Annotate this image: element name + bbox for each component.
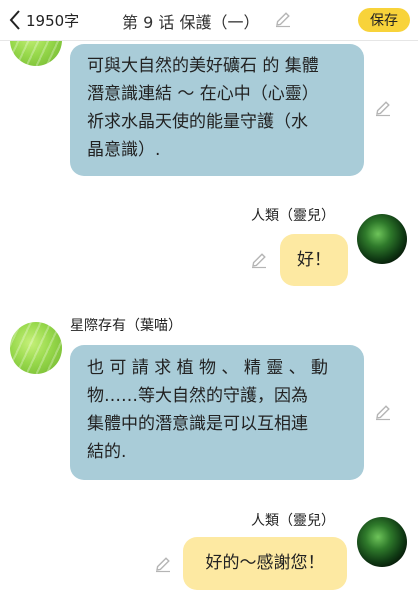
sender-name: 人類（靈兒） [251, 513, 335, 529]
message-line: 潛意識連結 ～ 在心中（心靈） [87, 84, 319, 104]
leaf-avatar[interactable] [10, 322, 62, 374]
pencil-icon[interactable] [374, 403, 392, 421]
message-line: 可與大自然的美好礦石 的 集體 [87, 56, 319, 76]
message-bubble[interactable]: 可與大自然的美好礦石 的 集體 潛意識連結 ～ 在心中（心靈） 祈求水晶天使的能… [70, 44, 364, 176]
word-count: 1950字 [26, 11, 80, 30]
message-line: 晶意識）. [87, 140, 161, 160]
message-bubble[interactable]: 好的～感謝您！ [183, 537, 347, 590]
message-line: 祈求水晶天使的能量守護（水 [87, 112, 308, 132]
pencil-icon[interactable] [274, 10, 292, 28]
pencil-icon[interactable] [250, 251, 268, 269]
save-button[interactable]: 保存 [358, 8, 410, 32]
chevron-left-icon [9, 10, 20, 30]
pencil-icon[interactable] [154, 555, 172, 573]
message-line: 集體中的潛意識是可以互相連 [87, 414, 308, 434]
message-line: 也 可 請 求 植 物 、 精 靈 、 動 [87, 358, 329, 378]
orb-avatar[interactable] [357, 517, 407, 567]
message-bubble[interactable]: 好！ [280, 234, 348, 286]
top-bar: 1950字 第 9 话 保護（一） 保存 [0, 0, 418, 41]
sender-name: 星際存有（葉喵） [70, 318, 182, 334]
orb-avatar[interactable] [357, 214, 407, 264]
message-line: 結的. [87, 442, 127, 462]
back-button[interactable]: 1950字 [8, 8, 79, 32]
pencil-icon[interactable] [374, 99, 392, 117]
sender-name: 人類（靈兒） [251, 208, 335, 224]
message-line: 物……等大自然的守護，因為 [87, 386, 308, 406]
chapter-title[interactable]: 第 9 话 保護（一） [122, 9, 259, 33]
message-bubble[interactable]: 也 可 請 求 植 物 、 精 靈 、 動 物……等大自然的守護，因為 集體中的… [70, 345, 364, 480]
